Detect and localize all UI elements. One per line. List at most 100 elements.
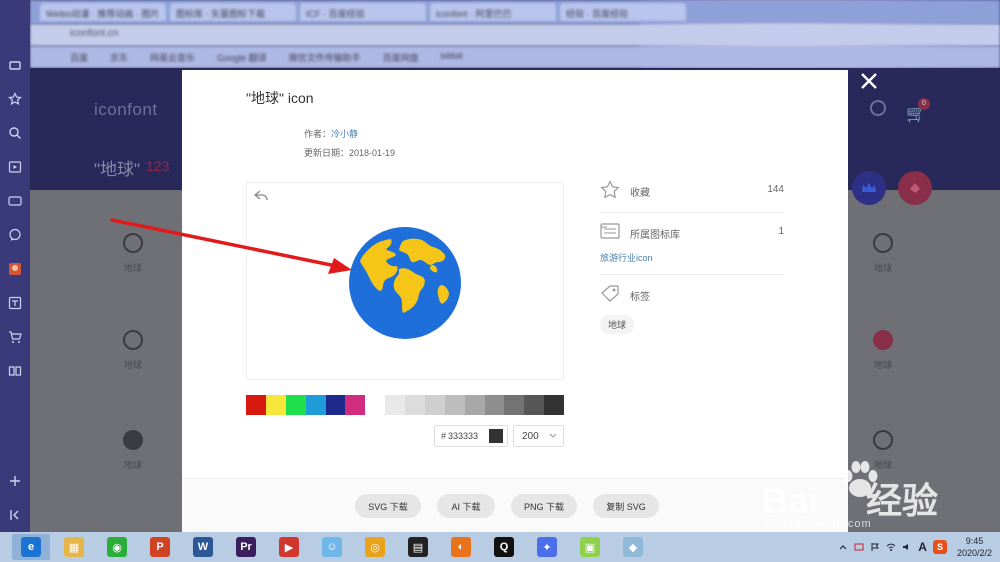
background-icon-item[interactable]: 地球 bbox=[858, 330, 908, 371]
hex-color-input[interactable]: # 333333 bbox=[434, 425, 508, 447]
book-icon[interactable] bbox=[0, 354, 30, 388]
back-arrow-icon[interactable] bbox=[253, 189, 269, 203]
chat-icon[interactable] bbox=[0, 218, 30, 252]
author-line: 作者：冷小静 bbox=[304, 127, 358, 140]
background-icon-item[interactable]: 地球 bbox=[858, 233, 908, 274]
tag-chip[interactable]: 地球 bbox=[600, 315, 635, 334]
taskbar-app-media-player[interactable]: ▶ bbox=[270, 534, 308, 560]
author-link[interactable]: 冷小静 bbox=[331, 129, 358, 139]
color-swatch[interactable] bbox=[544, 395, 564, 415]
color-swatch[interactable] bbox=[265, 395, 286, 415]
translate-icon[interactable] bbox=[0, 286, 30, 320]
bookmark[interactable]: 网易云音乐 bbox=[150, 51, 195, 63]
color-swatch[interactable] bbox=[524, 395, 545, 415]
background-icon-item[interactable]: 地球 bbox=[108, 330, 158, 371]
star-icon[interactable] bbox=[0, 82, 30, 116]
network-icon[interactable] bbox=[854, 542, 864, 552]
color-swatch[interactable] bbox=[405, 395, 425, 415]
add-icon[interactable] bbox=[0, 464, 30, 498]
item-label: 地球 bbox=[123, 360, 142, 370]
clock-time: 9:45 bbox=[965, 536, 984, 546]
browser-tab[interactable]: 图标库 · 矢量图标下载 bbox=[170, 3, 296, 21]
sidebar-menu-icon[interactable] bbox=[0, 48, 30, 82]
avatar-icon[interactable] bbox=[0, 252, 30, 286]
address-bar[interactable]: iconfont.cn bbox=[30, 24, 1000, 46]
taskbar-app-word[interactable]: W bbox=[184, 534, 222, 560]
cart-icon[interactable] bbox=[0, 320, 30, 354]
clock-date: 2020/2/2 bbox=[956, 548, 992, 558]
taskbar-app-premiere[interactable]: Pr bbox=[227, 534, 265, 560]
globe-icon bbox=[349, 227, 461, 339]
color-swatch[interactable] bbox=[365, 395, 386, 415]
color-swatch[interactable] bbox=[464, 395, 485, 415]
tray-arrow-icon[interactable] bbox=[838, 542, 848, 552]
color-swatch[interactable] bbox=[345, 395, 366, 415]
flag-icon[interactable] bbox=[870, 542, 880, 552]
item-label: 地球 bbox=[123, 460, 142, 470]
taskbar-app-file-explorer[interactable]: ▦ bbox=[55, 534, 93, 560]
search-icon[interactable] bbox=[0, 116, 30, 150]
divider bbox=[600, 274, 784, 275]
date-value: 2018-01-19 bbox=[349, 148, 396, 158]
user-icon[interactable] bbox=[870, 100, 886, 116]
clock[interactable]: 9:45 2020/2/2 bbox=[957, 535, 992, 559]
orange-app-icon: ◐ bbox=[451, 537, 471, 557]
background-icon-item[interactable]: 地球 bbox=[108, 233, 158, 274]
browser-tab[interactable]: iconfont · 阿里巴巴 bbox=[430, 3, 556, 21]
color-swatch[interactable] bbox=[385, 395, 405, 415]
hash-symbol: # bbox=[441, 431, 447, 441]
taskbar-app-qq[interactable]: Q bbox=[485, 534, 523, 560]
crown-icon[interactable] bbox=[852, 171, 886, 205]
ai-download-button[interactable]: AI 下载 bbox=[437, 494, 495, 518]
color-swatch[interactable] bbox=[305, 395, 326, 415]
taskbar-app-video-editor[interactable]: ▤ bbox=[399, 534, 437, 560]
taskbar-app-chrome[interactable]: ◎ bbox=[356, 534, 394, 560]
bookmark[interactable]: Google 翻译 bbox=[217, 51, 267, 63]
bookmark[interactable]: 百度网盘 bbox=[383, 51, 419, 63]
author-label: 作者： bbox=[304, 129, 332, 139]
sogou-icon[interactable]: S bbox=[932, 540, 947, 554]
live-icon[interactable] bbox=[0, 184, 30, 218]
png-download-button[interactable]: PNG 下载 bbox=[511, 494, 577, 518]
background-icon-item[interactable]: 地球 bbox=[108, 430, 158, 471]
svg-download-button[interactable]: SVG 下载 bbox=[355, 494, 421, 518]
taskbar-app-powerpoint[interactable]: P bbox=[141, 534, 179, 560]
modal-title: "地球" icon bbox=[246, 90, 314, 106]
taskbar-app-baby-app[interactable]: ☺ bbox=[313, 534, 351, 560]
hex-value: 333333 bbox=[448, 431, 479, 441]
collapse-icon[interactable] bbox=[0, 498, 30, 532]
color-swatch[interactable] bbox=[444, 395, 465, 415]
bookmark[interactable]: 微信文件传输助手 bbox=[289, 51, 361, 63]
browser-tab[interactable]: 经验 · 百度经验 bbox=[560, 3, 686, 21]
browser-tab[interactable]: Weibo动漫 · 推荐动画 · 图片 bbox=[40, 3, 166, 21]
color-swatch[interactable] bbox=[285, 395, 306, 415]
copy-svg-button[interactable]: 复制 SVG bbox=[593, 494, 659, 518]
update-date: 更新日期：2018-01-19 bbox=[304, 146, 395, 159]
video-icon[interactable] bbox=[0, 150, 30, 184]
color-swatch[interactable] bbox=[484, 395, 505, 415]
close-icon[interactable] bbox=[858, 70, 880, 92]
baby-app-icon: ☺ bbox=[322, 537, 342, 557]
ime-indicator[interactable]: A bbox=[918, 540, 927, 554]
color-swatch[interactable] bbox=[246, 395, 266, 415]
paint-icon[interactable] bbox=[898, 171, 932, 205]
bookmark[interactable]: 京东 bbox=[110, 51, 128, 63]
taskbar-app-notes[interactable]: ▣ bbox=[571, 534, 609, 560]
bookmark[interactable]: bilibili bbox=[441, 51, 463, 63]
bookmark[interactable]: 百度 bbox=[70, 51, 88, 63]
library-link[interactable]: 旅游行业icon bbox=[600, 251, 653, 264]
wifi-icon[interactable] bbox=[886, 542, 896, 552]
color-swatch[interactable] bbox=[504, 395, 525, 415]
color-swatch[interactable] bbox=[325, 395, 346, 415]
taskbar-app-orange-app[interactable]: ◐ bbox=[442, 534, 480, 560]
color-swatch[interactable] bbox=[424, 395, 445, 415]
browser-tab[interactable]: ICF · 百度经验 bbox=[300, 3, 426, 21]
size-select[interactable]: 200 bbox=[513, 425, 564, 447]
library-label: 所属图标库 bbox=[630, 230, 680, 241]
taskbar-app-wechat[interactable]: ◉ bbox=[98, 534, 136, 560]
taskbar-app-360-browser[interactable]: e bbox=[12, 534, 50, 560]
taskbar-app-edit-app[interactable]: ◆ bbox=[614, 534, 652, 560]
volume-icon[interactable] bbox=[902, 542, 912, 552]
taskbar-app-feishu[interactable]: ✦ bbox=[528, 534, 566, 560]
item-label: 地球 bbox=[123, 263, 142, 273]
